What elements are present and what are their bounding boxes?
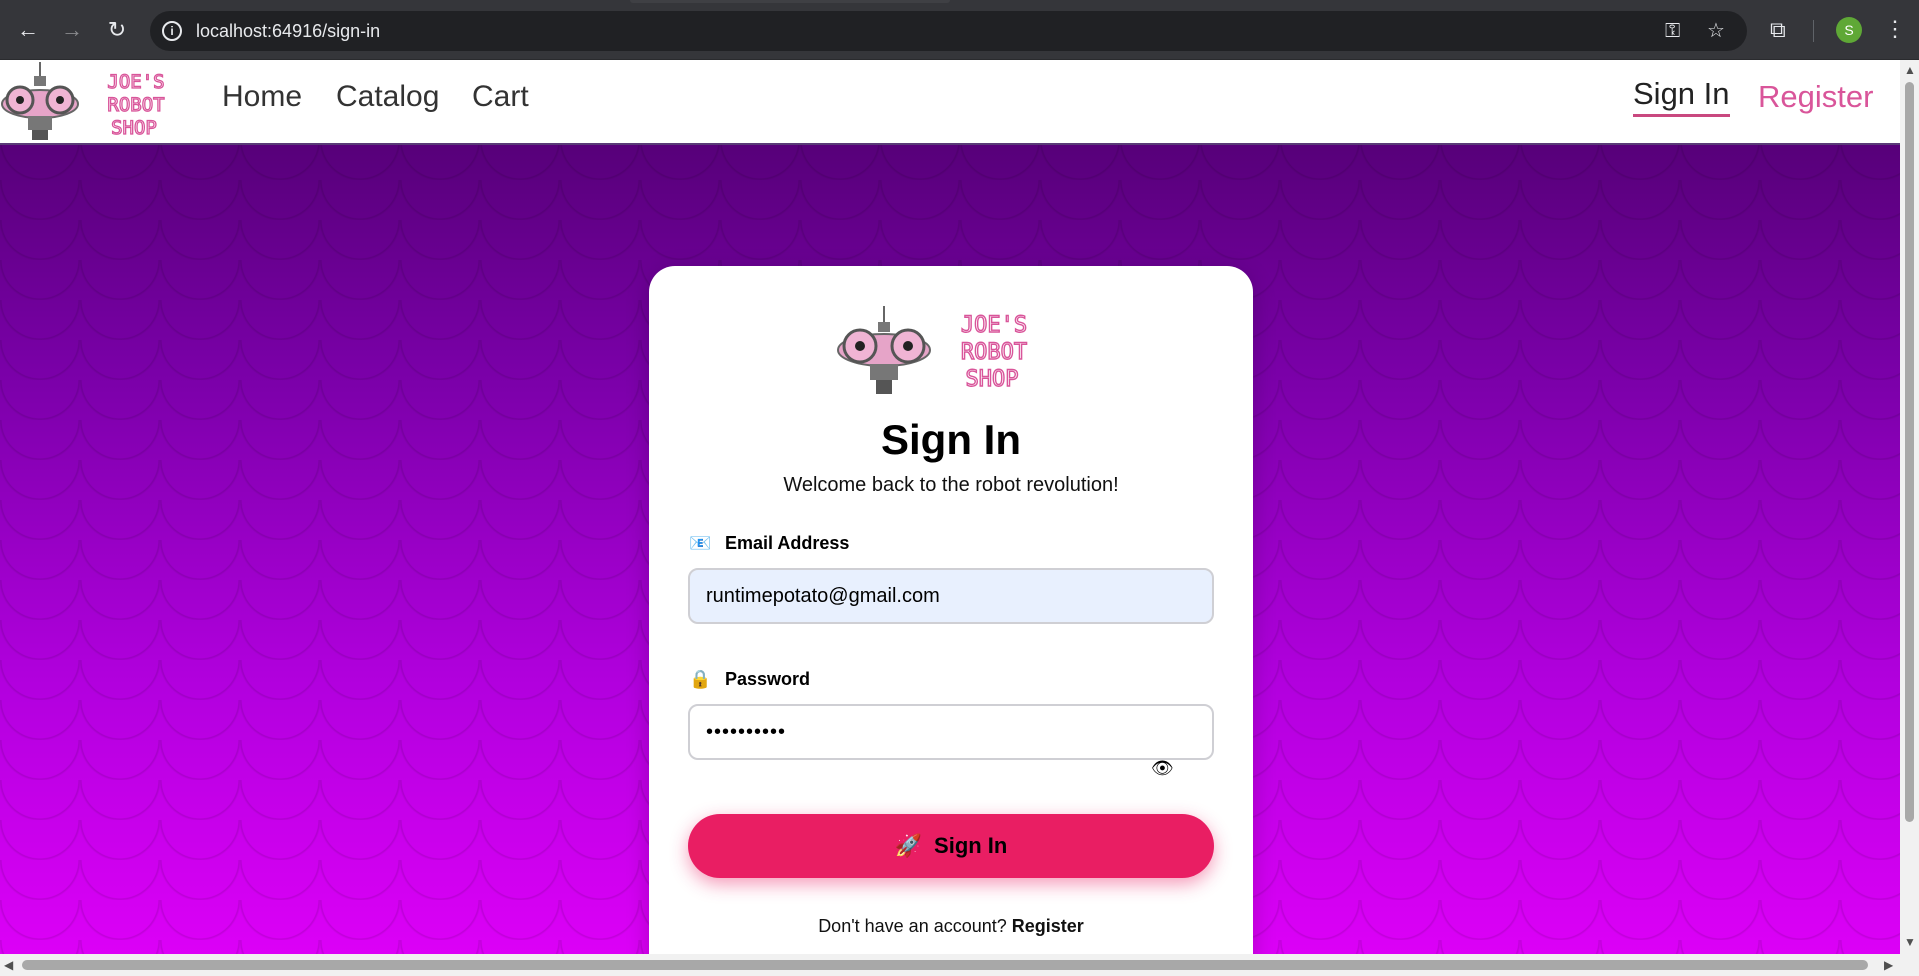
email-label: 📧 Email Address <box>689 533 849 554</box>
site-logo[interactable]: JOE'S ROBOT SHOP <box>0 60 190 145</box>
scroll-up-icon[interactable]: ▲ <box>1904 64 1916 76</box>
site-info-icon[interactable]: i <box>162 21 182 41</box>
profile-avatar[interactable]: S <box>1836 17 1862 43</box>
email-envelope-icon: 📧 <box>689 533 712 553</box>
back-icon[interactable]: ← <box>12 14 44 46</box>
svg-text:JOE'S: JOE'S <box>107 71 164 93</box>
page-subtitle: Welcome back to the robot revolution! <box>783 474 1119 496</box>
scroll-right-icon[interactable]: ▶ <box>1884 959 1893 971</box>
page-viewport: JOE'S ROBOT SHOP Home Catalog Cart Sign … <box>0 60 1900 954</box>
password-label: 🔒 Password <box>689 669 810 690</box>
rocket-icon: 🚀 <box>894 833 923 858</box>
sign-in-button[interactable]: 🚀 Sign In <box>688 814 1214 878</box>
password-input[interactable]: •••••••••• <box>688 704 1214 760</box>
scroll-down-icon[interactable]: ▼ <box>1904 936 1916 948</box>
register-prompt: Don't have an account? Register <box>649 916 1253 937</box>
site-header: JOE'S ROBOT SHOP Home Catalog Cart Sign … <box>0 60 1900 145</box>
extensions-icon[interactable]: ⧉ <box>1770 16 1786 44</box>
svg-text:ROBOT: ROBOT <box>961 340 1027 365</box>
email-input[interactable]: runtimepotato@gmail.com <box>688 568 1214 624</box>
scroll-left-icon[interactable]: ◀ <box>4 959 13 971</box>
toolbar-divider <box>1813 20 1814 42</box>
svg-text:ROBOT: ROBOT <box>107 94 164 116</box>
tab-indicator <box>630 0 950 3</box>
vertical-scroll-thumb[interactable] <box>1905 82 1914 822</box>
show-password-eye-icon[interactable]: 👁 <box>1151 758 1174 778</box>
address-bar[interactable]: i localhost:64916/sign-in ⚿ ☆ <box>150 11 1747 51</box>
reload-icon[interactable]: ↻ <box>101 14 133 46</box>
email-label-text: Email Address <box>725 533 850 553</box>
forward-icon[interactable]: → <box>56 14 88 46</box>
sign-in-card: JOE'S ROBOT SHOP Sign In Welcome back to… <box>649 266 1253 954</box>
browser-toolbar: ← → ↻ i localhost:64916/sign-in ⚿ ☆ ⧉ S … <box>0 0 1919 60</box>
header-register-link[interactable]: Register <box>1758 79 1873 115</box>
password-lock-icon: 🔒 <box>689 669 712 689</box>
card-logo: JOE'S ROBOT SHOP <box>837 306 1028 394</box>
sign-in-button-label: Sign In <box>934 833 1008 858</box>
password-label-text: Password <box>725 669 811 689</box>
svg-text:SHOP: SHOP <box>111 117 157 139</box>
browser-menu-icon[interactable]: ⋮ <box>1884 15 1906 43</box>
svg-text:SHOP: SHOP <box>966 367 1019 392</box>
page-title: Sign In <box>881 416 1021 463</box>
bookmark-star-icon[interactable]: ☆ <box>1707 19 1725 43</box>
register-link[interactable]: Register <box>1012 916 1084 936</box>
register-prompt-text: Don't have an account? <box>818 916 1007 936</box>
header-sign-in-link[interactable]: Sign In <box>1633 76 1730 117</box>
nav-home-link[interactable]: Home <box>222 80 302 114</box>
vertical-scrollbar[interactable]: ▲ ▼ <box>1900 60 1919 954</box>
horizontal-scroll-thumb[interactable] <box>22 960 1868 970</box>
password-key-icon[interactable]: ⚿ <box>1665 19 1680 43</box>
horizontal-scrollbar[interactable]: ◀ ▶ <box>0 954 1919 976</box>
url-text[interactable]: localhost:64916/sign-in <box>196 21 380 42</box>
nav-cart-link[interactable]: Cart <box>472 80 529 114</box>
nav-catalog-link[interactable]: Catalog <box>336 80 439 114</box>
svg-text:JOE'S: JOE'S <box>961 313 1027 338</box>
